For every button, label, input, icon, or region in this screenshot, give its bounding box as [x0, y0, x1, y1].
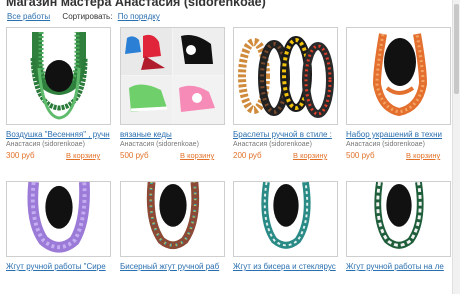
product-name[interactable]: Жгут ручной работы "Сире — [6, 262, 111, 271]
product-author: Анастасия (sidorenkoae) — [346, 141, 425, 148]
product-image-multicolor-rope-necklace[interactable] — [120, 181, 225, 257]
product-name[interactable]: Бисерный жгут ручной раб — [120, 262, 225, 271]
product-author: Анастасия (sidorenkoae) — [6, 141, 85, 148]
product-price: 300 руб — [6, 151, 35, 160]
product-price: 200 руб — [233, 151, 262, 160]
scrollbar-thumb[interactable] — [454, 4, 459, 94]
filter-bar: Все работы Сортировать: По порядку — [7, 12, 160, 21]
add-to-cart-link[interactable]: В корзину — [293, 151, 327, 160]
product-name[interactable]: Воздушка "Весенняя" , ручн — [6, 130, 111, 139]
product-author: Анастасия (sidorenkoae) — [120, 141, 199, 148]
product-name[interactable]: вязаные кеды — [120, 130, 225, 139]
add-to-cart-link[interactable]: В корзину — [180, 151, 214, 160]
product-name[interactable]: Жгут ручной работы на ле — [346, 262, 451, 271]
vertical-scrollbar[interactable] — [452, 0, 460, 294]
sort-label: Сортировать: — [62, 12, 113, 21]
product-image-knitted-sneakers[interactable] — [120, 27, 225, 125]
product-image-teal-rope-necklace[interactable] — [233, 181, 338, 257]
add-to-cart-link[interactable]: В корзину — [406, 151, 440, 160]
product-author: Анастасия (sidorenkoae) — [233, 141, 312, 148]
product-name[interactable]: Браслеты ручной в стиле : — [233, 130, 338, 139]
sort-select[interactable]: По порядку — [118, 12, 160, 21]
product-image-orange-bead-necklace[interactable] — [346, 27, 451, 125]
product-name[interactable]: Жгут из бисера и стеклярус — [233, 262, 338, 271]
product-image-lilac-rope-necklace[interactable] — [6, 181, 111, 257]
shop-title: Магазин мастера Анастасия (sidorenkoae) — [6, 0, 266, 9]
product-image-green-bead-necklace[interactable] — [6, 27, 111, 125]
product-image-green-spiral-necklace[interactable] — [346, 181, 451, 257]
product-price: 500 руб — [120, 151, 149, 160]
add-to-cart-link[interactable]: В корзину — [66, 151, 100, 160]
product-image-beaded-bracelets[interactable] — [233, 27, 338, 125]
product-name[interactable]: Набор украшений в техни — [346, 130, 451, 139]
all-works-link[interactable]: Все работы — [7, 12, 50, 21]
product-price: 500 руб — [346, 151, 375, 160]
